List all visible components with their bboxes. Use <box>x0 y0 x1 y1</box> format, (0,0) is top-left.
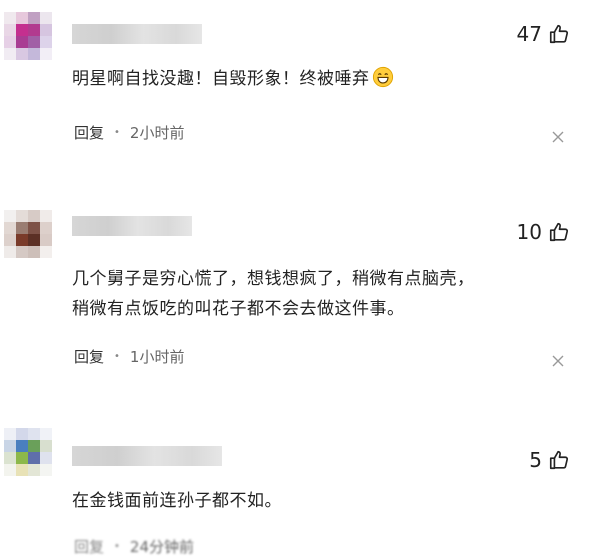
like-count: 10 <box>516 220 542 244</box>
reply-button[interactable]: 回复 <box>74 536 104 557</box>
thumbs-up-icon <box>549 24 569 44</box>
timestamp: 24分钟前 <box>129 538 195 556</box>
grinning-face-emoji <box>372 66 393 88</box>
like-button[interactable]: 47 <box>517 22 570 46</box>
comment-meta: 回复 • 1小时前 <box>74 346 184 367</box>
reply-button[interactable]: 回复 <box>74 122 104 143</box>
comment-text: 在金钱面前连孙子都不如。 <box>72 486 282 516</box>
like-count: 5 <box>529 448 542 472</box>
username-blurred[interactable] <box>72 24 202 44</box>
comment-text-line: 稍微有点饭吃的叫花子都不会去做这件事。 <box>72 299 405 319</box>
timestamp: 1小时前 <box>129 348 185 366</box>
timestamp: 2小时前 <box>129 124 185 142</box>
comment-text-line: 几个舅子是穷心慌了，想钱想疯了，稍微有点脑壳， <box>72 269 475 289</box>
thumbs-up-icon <box>549 222 569 242</box>
comment-text: 明星啊自找没趣！自毁形象！终被唾弃 <box>72 64 394 94</box>
like-count: 47 <box>516 22 542 46</box>
avatar[interactable] <box>4 428 52 476</box>
comment-meta: 回复 • 2小时前 <box>74 122 184 143</box>
reply-button[interactable]: 回复 <box>74 346 104 367</box>
avatar[interactable] <box>4 12 52 60</box>
comment-text: 几个舅子是穷心慌了，想钱想疯了，稍微有点脑壳， 稍微有点饭吃的叫花子都不会去做这… <box>72 264 475 324</box>
username-blurred[interactable] <box>72 216 192 236</box>
avatar[interactable] <box>4 210 52 258</box>
separator-dot: • <box>114 351 120 362</box>
separator-dot: • <box>114 127 120 138</box>
comment-text-line: 在金钱面前连孙子都不如。 <box>72 491 282 511</box>
comment-item: 47 明星啊自找没趣！自毁形象！终被唾弃 回复 • 2小时前 <box>0 0 600 180</box>
like-button[interactable]: 5 <box>529 448 570 472</box>
comment-item: 5 在金钱面前连孙子都不如。 回复 • 24分钟前 <box>0 400 600 556</box>
close-icon[interactable] <box>552 352 564 367</box>
thumbs-up-icon <box>549 450 569 470</box>
comment-item: 10 几个舅子是穷心慌了，想钱想疯了，稍微有点脑壳， 稍微有点饭吃的叫花子都不会… <box>0 180 600 400</box>
close-icon[interactable] <box>552 128 564 143</box>
comment-meta: 回复 • 24分钟前 <box>74 536 194 557</box>
comment-text-line: 明星啊自找没趣！自毁形象！终被唾弃 <box>72 69 370 89</box>
username-blurred[interactable] <box>72 446 222 466</box>
separator-dot: • <box>114 541 120 552</box>
like-button[interactable]: 10 <box>517 220 570 244</box>
